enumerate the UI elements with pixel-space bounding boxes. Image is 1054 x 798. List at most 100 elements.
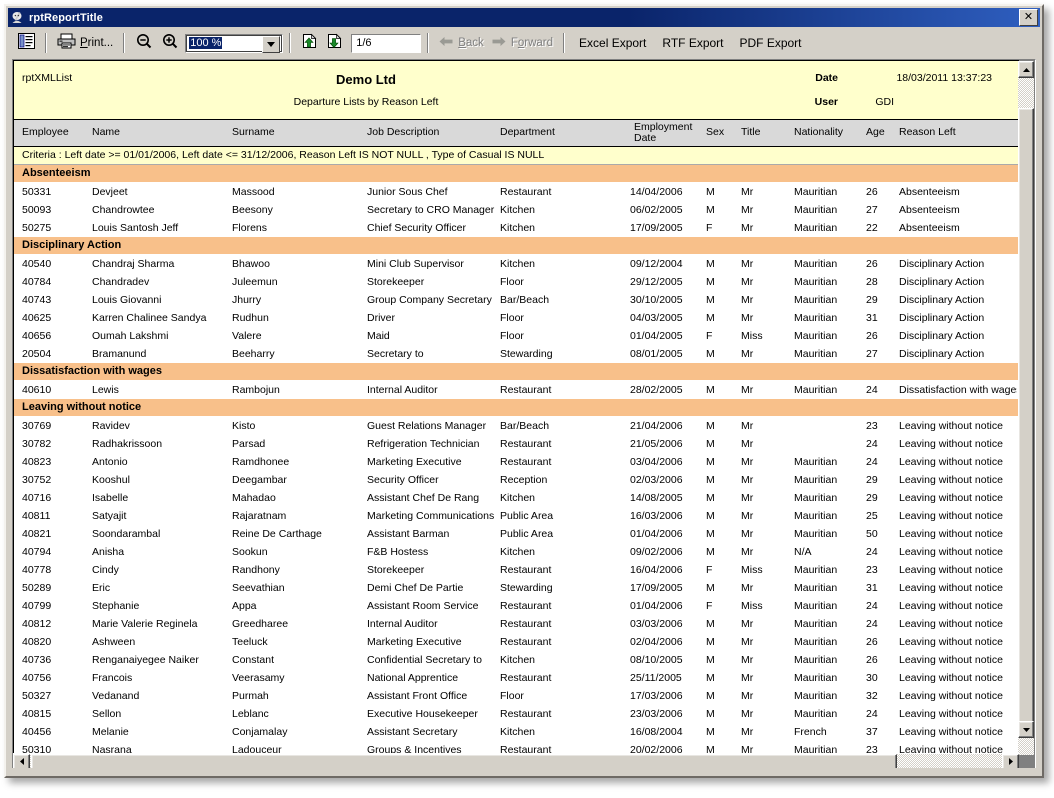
table-row[interactable]: 50327 Vedanand Purmah Assistant Front Offic… bbox=[14, 687, 1018, 705]
cell-sex: M bbox=[706, 510, 715, 522]
scroll-down-button[interactable] bbox=[1018, 721, 1034, 738]
table-row[interactable]: 40716 Isabelle Mahadao Assistant Chef De Ra… bbox=[14, 489, 1018, 507]
cell-age: 27 bbox=[866, 348, 878, 360]
cell-title: Mr bbox=[741, 618, 754, 630]
column-header-age: Age bbox=[866, 126, 885, 138]
vertical-scrollbar-thumb[interactable] bbox=[1018, 108, 1034, 738]
table-row[interactable]: 50093 Chandrowtee Beesony Secretary to CRO … bbox=[14, 201, 1018, 219]
cell-employment-date: 17/09/2005 bbox=[630, 222, 683, 234]
cell-job: Guest Relations Manager bbox=[367, 420, 487, 432]
table-row[interactable]: 40540 Chandraj Sharma Bhawoo Mini Club Supe… bbox=[14, 255, 1018, 273]
table-row[interactable]: 40815 Sellon Leblanc Executive Housekeeper R… bbox=[14, 705, 1018, 723]
pdf-export-button[interactable]: PDF Export bbox=[732, 36, 810, 50]
table-row[interactable]: 20504 Bramanund Beeharry Secretary to Stewar… bbox=[14, 345, 1018, 363]
cell-age: 24 bbox=[866, 546, 878, 558]
cell-title: Mr bbox=[741, 276, 754, 288]
table-row[interactable]: 40812 Marie Valerie Reginela Greedharee Int… bbox=[14, 615, 1018, 633]
cell-sex: M bbox=[706, 528, 715, 540]
chevron-up-icon bbox=[1022, 66, 1030, 74]
zoom-level-combo[interactable]: 100 % bbox=[185, 33, 284, 53]
table-row[interactable]: 40625 Karren Chalinee Sandya Rudhun Driver F… bbox=[14, 309, 1018, 327]
thumbnail-pane-button[interactable] bbox=[14, 32, 39, 54]
cell-job: F&B Hostess bbox=[367, 546, 429, 558]
table-row[interactable]: 50331 Devjeet Massood Junior Sous Chef Resta… bbox=[14, 183, 1018, 201]
close-icon[interactable]: ✕ bbox=[1019, 9, 1038, 26]
table-row[interactable]: 50275 Louis Santosh Jeff Florens Chief Secu… bbox=[14, 219, 1018, 237]
cell-age: 26 bbox=[866, 330, 878, 342]
chevron-right-icon bbox=[1008, 757, 1013, 767]
cell-employee: 40456 bbox=[22, 726, 52, 738]
table-row[interactable]: 40756 Francois Veerasamy National Apprentic… bbox=[14, 669, 1018, 687]
cell-employment-date: 01/04/2006 bbox=[630, 528, 683, 540]
vertical-scrollbar[interactable] bbox=[1018, 61, 1034, 755]
cell-sex: M bbox=[706, 672, 715, 684]
cell-surname: Deegambar bbox=[232, 474, 287, 486]
cell-department: Public Area bbox=[500, 528, 554, 540]
next-page-button[interactable] bbox=[322, 32, 347, 54]
table-row[interactable]: 40799 Stephanie Appa Assistant Room Service… bbox=[14, 597, 1018, 615]
print-button[interactable]: Print... bbox=[53, 32, 117, 54]
cell-employment-date: 14/08/2005 bbox=[630, 492, 683, 504]
table-row[interactable]: 40820 Ashween Teeluck Marketing Executive Re… bbox=[14, 633, 1018, 651]
zoom-out-button[interactable] bbox=[131, 32, 157, 54]
column-header-employee: Employee bbox=[22, 126, 69, 138]
chevron-down-icon[interactable] bbox=[262, 35, 281, 53]
table-row[interactable]: 40456 Melanie Conjamalay Assistant Secretar… bbox=[14, 723, 1018, 741]
excel-export-button[interactable]: Excel Export bbox=[571, 36, 654, 50]
zoom-in-button[interactable] bbox=[157, 32, 183, 54]
cell-job: Marketing Executive bbox=[367, 456, 462, 468]
cell-employment-date: 25/11/2005 bbox=[630, 672, 682, 684]
table-row[interactable]: 40811 Satyajit Rajaratnam Marketing Communi… bbox=[14, 507, 1018, 525]
cell-title: Mr bbox=[741, 672, 754, 684]
cell-sex: M bbox=[706, 420, 715, 432]
cell-sex: F bbox=[706, 330, 713, 342]
table-row[interactable]: 30769 Ravidev Kisto Guest Relations Manager… bbox=[14, 417, 1018, 435]
table-row[interactable]: 40794 Anisha Sookun F&B Hostess Kitchen 09/02… bbox=[14, 543, 1018, 561]
back-label: Back bbox=[458, 37, 484, 49]
cell-employment-date: 08/10/2005 bbox=[630, 654, 683, 666]
table-row[interactable]: 40736 Renganaiyegee Naiker Constant Confide… bbox=[14, 651, 1018, 669]
group-header: Leaving without notice bbox=[14, 399, 1018, 417]
cell-job: Confidential Secretary to bbox=[367, 654, 482, 666]
table-row[interactable]: 50289 Eric Seevathian Demi Chef De Partie St… bbox=[14, 579, 1018, 597]
cell-nationality: Mauritian bbox=[794, 708, 838, 720]
cell-surname: Massood bbox=[232, 186, 275, 198]
table-row[interactable]: 40656 Oumah Lakshmi Valere Maid Floor 01/04/2… bbox=[14, 327, 1018, 345]
cell-employee: 30769 bbox=[22, 420, 52, 432]
rtf-export-button[interactable]: RTF Export bbox=[654, 36, 731, 50]
cell-age: 24 bbox=[866, 600, 878, 612]
page-number-field[interactable]: 1/6 bbox=[351, 33, 422, 53]
cell-job: Internal Auditor bbox=[367, 384, 438, 396]
table-row[interactable]: 40823 Antonio Ramdhonee Marketing Executive… bbox=[14, 453, 1018, 471]
cell-surname: Conjamalay bbox=[232, 726, 288, 738]
cell-department: Kitchen bbox=[500, 222, 536, 234]
cell-department: Bar/Beach bbox=[500, 420, 550, 432]
previous-page-button[interactable] bbox=[297, 32, 322, 54]
cell-age: 24 bbox=[866, 618, 878, 630]
cell-surname: Seevathian bbox=[232, 582, 285, 594]
table-row[interactable]: 30752 Kooshul Deegambar Security Officer Rec… bbox=[14, 471, 1018, 489]
cell-nationality: Mauritian bbox=[794, 564, 838, 576]
cell-title: Mr bbox=[741, 420, 754, 432]
table-row[interactable]: 40743 Louis Giovanni Jhurry Group Company S… bbox=[14, 291, 1018, 309]
forward-button[interactable]: Forward bbox=[488, 32, 557, 54]
cell-name: Karren Chalinee Sandya bbox=[92, 312, 207, 324]
cell-nationality: Mauritian bbox=[794, 582, 838, 594]
cell-sex: M bbox=[706, 312, 715, 324]
table-row[interactable]: 30782 Radhakrissoon Parsad Refrigeration Te… bbox=[14, 435, 1018, 453]
table-row[interactable]: 40784 Chandradev Juleemun Storekeeper Floor 2… bbox=[14, 273, 1018, 291]
cell-nationality: Mauritian bbox=[794, 276, 838, 288]
cell-nationality: Mauritian bbox=[794, 492, 838, 504]
table-row[interactable]: 40821 Soondarambal Reine De Carthage Assist… bbox=[14, 525, 1018, 543]
printer-icon bbox=[57, 33, 76, 54]
table-row[interactable]: 40778 Cindy Randhony Storekeeper Restaurant 1… bbox=[14, 561, 1018, 579]
cell-surname: Ramdhonee bbox=[232, 456, 290, 468]
column-header-job: Job Description bbox=[367, 126, 440, 138]
cell-employment-date: 16/04/2006 bbox=[630, 564, 683, 576]
scroll-up-button[interactable] bbox=[1018, 61, 1034, 78]
cell-age: 28 bbox=[866, 276, 878, 288]
table-row[interactable]: 40610 Lewis Rambojun Internal Auditor Restau… bbox=[14, 381, 1018, 399]
cell-name: Chandradev bbox=[92, 276, 150, 288]
arrow-right-icon bbox=[492, 34, 506, 52]
back-button[interactable]: Back bbox=[435, 32, 488, 54]
